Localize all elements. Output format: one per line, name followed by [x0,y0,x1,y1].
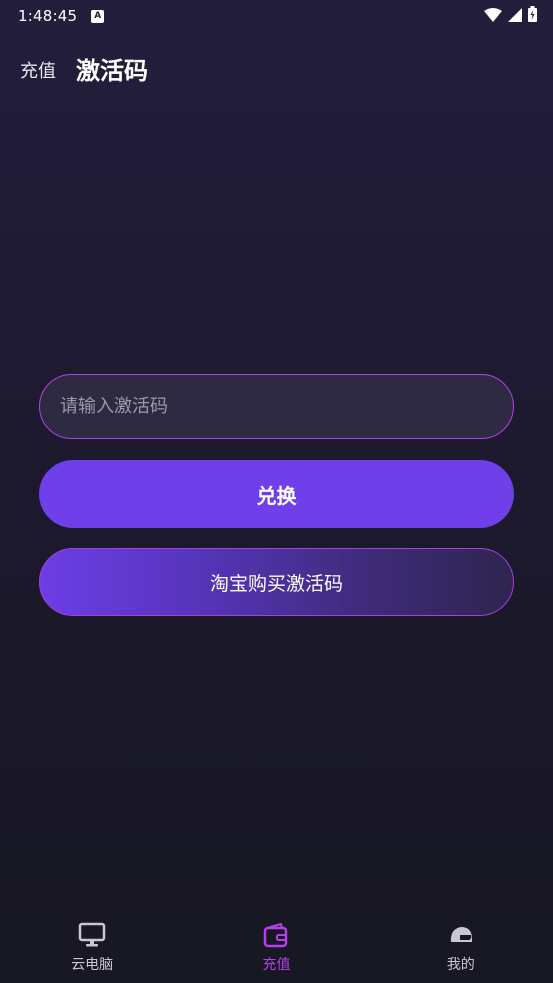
helmet-icon [447,922,475,948]
status-left: 1:48:45 A [18,7,105,25]
battery-icon [528,6,537,26]
signal-icon [508,7,522,26]
header: 充值 激活码 [0,48,553,88]
redeem-button[interactable]: 兑换 [39,460,514,528]
notification-icon: A [91,9,105,23]
wallet-icon [262,922,290,948]
code-input-container [39,374,514,439]
wifi-icon [484,7,502,26]
nav-item-cloud-pc[interactable]: 云电脑 [0,908,184,974]
nav-label-cloud-pc: 云电脑 [71,957,114,973]
page-title: 激活码 [76,56,148,85]
status-bar: 1:48:45 A [0,0,553,32]
monitor-icon [78,922,106,948]
nav-item-mine[interactable]: 我的 [369,908,553,974]
bottom-nav: 云电脑 充值 我的 [0,908,553,983]
status-time: 1:48:45 [18,7,78,25]
nav-item-recharge[interactable]: 充值 [184,908,368,974]
status-right [484,6,537,26]
tab-recharge[interactable]: 充值 [20,57,56,83]
buy-activation-code-button[interactable]: 淘宝购买激活码 [39,548,514,616]
activation-code-input[interactable] [60,375,513,438]
nav-label-recharge: 充值 [262,957,291,973]
nav-label-mine: 我的 [446,957,475,973]
